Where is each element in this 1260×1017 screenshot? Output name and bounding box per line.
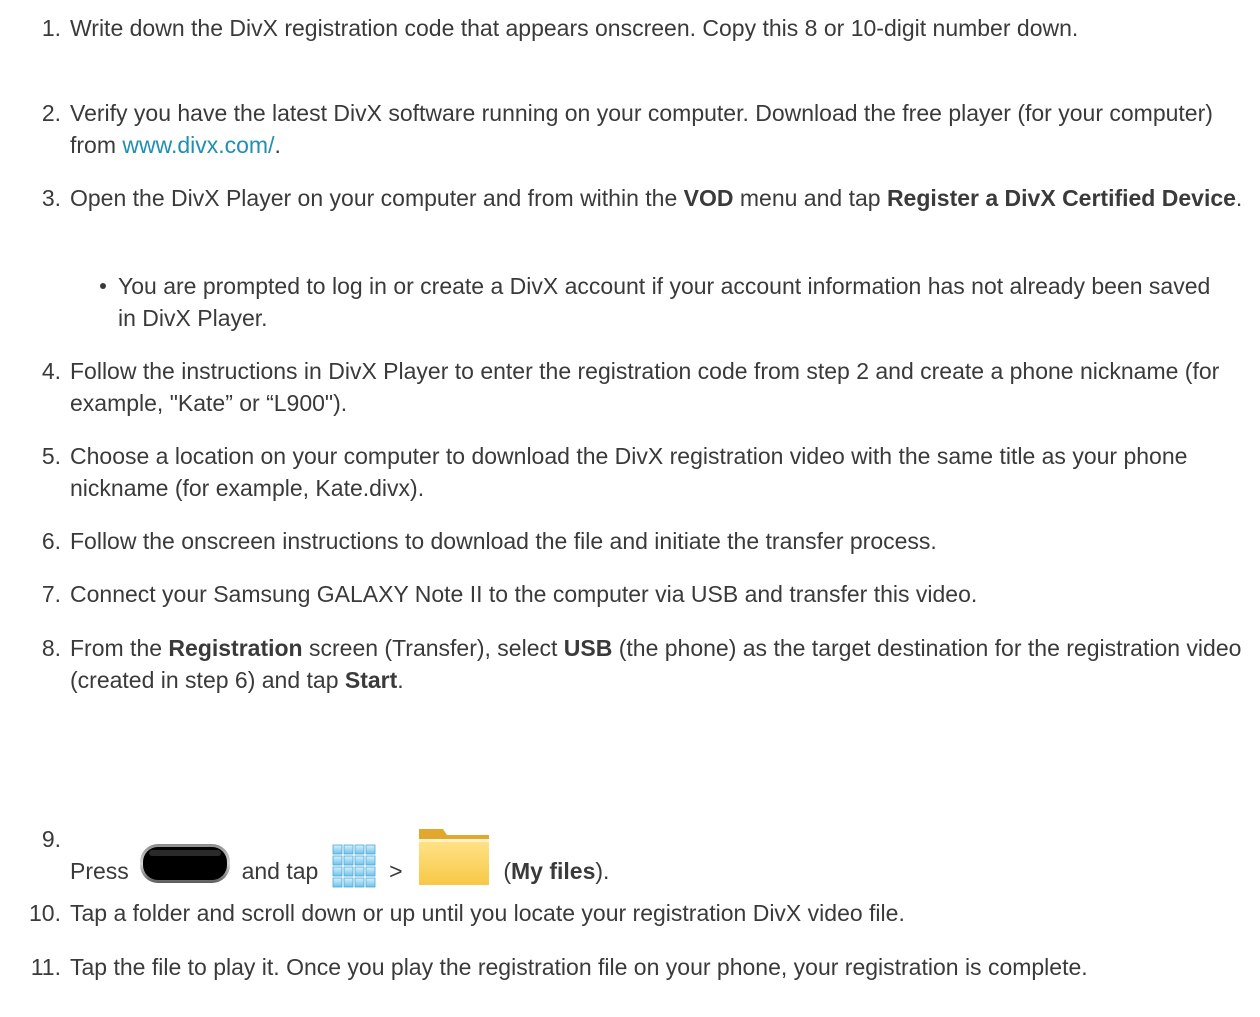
step-number: 3. (41, 185, 61, 211)
step-number: 11. (30, 954, 61, 980)
step-number: 2. (41, 100, 61, 126)
paren-close: ). (595, 858, 610, 884)
folder-icon (417, 823, 491, 887)
step-6: 6. Follow the onscreen instructions to d… (42, 525, 1255, 557)
step-number: 8. (41, 635, 61, 661)
step-text-mid: screen (Transfer), select (302, 635, 564, 661)
start-label: Start (344, 667, 398, 693)
step-3: 3. Open the DivX Player on your computer… (42, 182, 1255, 214)
step-number: 6. (41, 528, 61, 554)
step-text: Tap the file to play it. Once you play t… (70, 954, 1088, 980)
step-2: 2. Verify you have the latest DivX softw… (42, 97, 1255, 161)
divx-website-link[interactable]: www.divx.com/ (122, 132, 274, 158)
registration-screen-label: Registration (168, 635, 303, 661)
step-text: Write down the DivX registration code th… (70, 15, 1079, 41)
step-5: 5. Choose a location on your computer to… (42, 440, 1255, 504)
step-text-end: . (1235, 185, 1243, 211)
step-text-end: . (274, 132, 281, 158)
usb-label: USB (563, 635, 613, 661)
step-text: From the (70, 635, 169, 661)
step-text: Follow the instructions in DivX Player t… (70, 358, 1220, 416)
step-7: 7. Connect your Samsung GALAXY Note II t… (42, 578, 1255, 610)
separator-text: > (389, 858, 403, 884)
step-number: 7. (41, 581, 61, 607)
step-text: Open the DivX Player on your computer an… (70, 185, 684, 211)
step-3-note: You are prompted to log in or create a D… (100, 270, 1218, 334)
step-text-mid: menu and tap (733, 185, 887, 211)
step-1: 1. Write down the DivX registration code… (42, 12, 1255, 44)
vod-menu-label: VOD (683, 185, 734, 211)
apps-icon (331, 843, 377, 889)
paren-open: ( (503, 858, 511, 884)
step-11: 11. Tap the file to play it. Once you pl… (31, 951, 1255, 983)
home-key-icon (139, 843, 231, 884)
register-device-label: Register a DivX Certified Device (886, 185, 1236, 211)
step-text: Tap a folder and scroll down or up until… (70, 900, 905, 926)
step-number: 1. (41, 15, 61, 41)
step-number: 10. (29, 900, 61, 926)
step-9: 9. Press and tap > (My files). (42, 823, 1255, 889)
step-text-end: . (397, 667, 404, 693)
step-number: 9. (41, 826, 61, 852)
note-text: You are prompted to log in or create a D… (118, 273, 1211, 331)
step-number: 4. (41, 358, 61, 384)
step-4: 4. Follow the instructions in DivX Playe… (42, 355, 1255, 419)
step-10: 10. Tap a folder and scroll down or up u… (29, 897, 1255, 929)
press-text: Press (70, 858, 129, 884)
tap-text: and tap (241, 858, 319, 884)
step-number: 5. (41, 443, 61, 469)
step-text: Choose a location on your computer to do… (70, 443, 1188, 501)
bullet-dot (100, 283, 106, 289)
step-text: Connect your Samsung GALAXY Note II to t… (70, 581, 978, 607)
step-8: 8. From the Registration screen (Transfe… (42, 632, 1255, 696)
my-files-label: My files (511, 858, 596, 884)
step-text: Follow the onscreen instructions to down… (70, 528, 937, 554)
